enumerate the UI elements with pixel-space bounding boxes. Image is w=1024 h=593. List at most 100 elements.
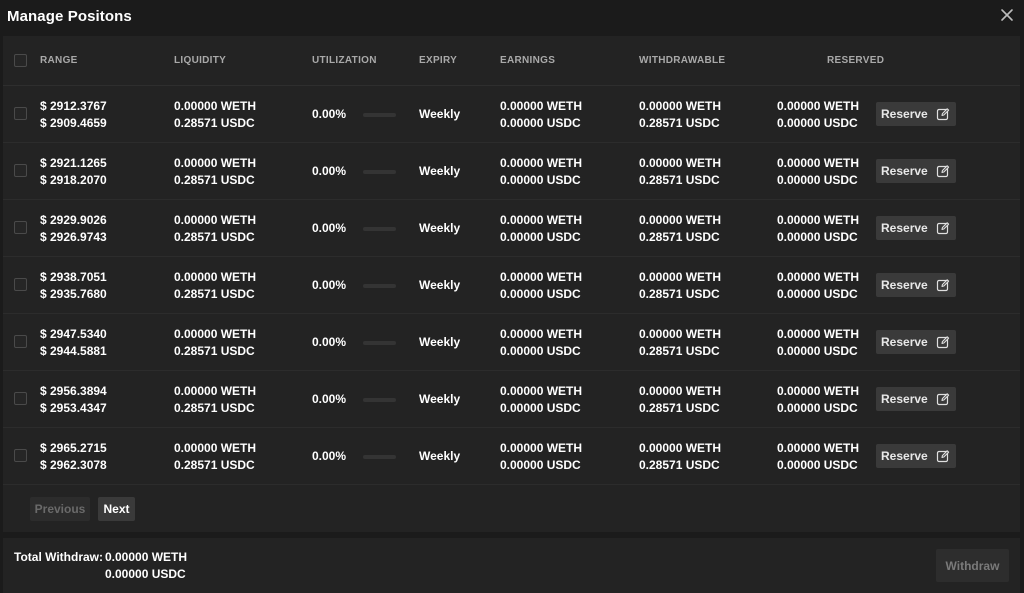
previous-button[interactable]: Previous — [30, 497, 90, 521]
table-header: RANGE LIQUIDITY UTILIZATION EXPIRY EARNI… — [3, 36, 1020, 86]
reserve-button[interactable]: Reserve — [876, 273, 956, 297]
utilization-value: 0.00% — [312, 221, 347, 235]
utilization-bar — [363, 455, 396, 459]
row-checkbox[interactable] — [14, 221, 27, 234]
utilization-bar — [363, 398, 396, 402]
range-cell: $ 2912.3767 $ 2909.4659 — [40, 98, 107, 132]
expiry-value: Weekly — [419, 164, 461, 178]
expiry-value: Weekly — [419, 335, 461, 349]
utilization-value: 0.00% — [312, 392, 347, 406]
range-cell: $ 2929.9026 $ 2926.9743 — [40, 212, 107, 246]
reserved-weth: 0.00000 WETH — [777, 270, 860, 284]
total-withdraw-label: Total Withdraw: — [14, 550, 103, 564]
withdrawable-cell: 0.00000 WETH 0.28571 USDC — [639, 440, 721, 474]
reserved-weth: 0.00000 WETH — [777, 156, 860, 170]
reserved-cell: 0.00000 WETH 0.00000 USDC — [777, 155, 859, 189]
header-utilization: UTILIZATION — [312, 55, 377, 66]
withdrawable-cell: 0.00000 WETH 0.28571 USDC — [639, 269, 721, 303]
earnings-weth: 0.00000 WETH — [500, 270, 583, 284]
withdraw-label: Withdraw — [945, 559, 1000, 573]
liquidity-usdc: 0.28571 USDC — [174, 173, 255, 187]
table-row: $ 2965.2715 $ 2962.3078 0.00000 WETH 0.2857… — [3, 428, 1020, 485]
reserved-usdc: 0.00000 USDC — [777, 401, 858, 415]
liquidity-cell: 0.00000 WETH 0.28571 USDC — [174, 98, 256, 132]
earnings-usdc: 0.00000 USDC — [500, 116, 581, 130]
table-row: $ 2938.7051 $ 2935.7680 0.00000 WETH 0.2857… — [3, 257, 1020, 314]
next-label: Next — [103, 502, 130, 516]
reserved-cell: 0.00000 WETH 0.00000 USDC — [777, 383, 859, 417]
liquidity-weth: 0.00000 WETH — [174, 384, 257, 398]
liquidity-cell: 0.00000 WETH 0.28571 USDC — [174, 383, 256, 417]
header-liquidity: LIQUIDITY — [174, 55, 227, 66]
reserve-button[interactable]: Reserve — [876, 216, 956, 240]
liquidity-weth: 0.00000 WETH — [174, 270, 257, 284]
earnings-weth: 0.00000 WETH — [500, 327, 583, 341]
edit-icon — [936, 335, 950, 349]
reserve-label: Reserve — [881, 221, 928, 235]
withdrawable-cell: 0.00000 WETH 0.28571 USDC — [639, 326, 721, 360]
reserve-label: Reserve — [881, 335, 928, 349]
reserved-weth: 0.00000 WETH — [777, 441, 860, 455]
range-upper: $ 2921.1265 — [40, 156, 107, 170]
reserved-usdc: 0.00000 USDC — [777, 173, 858, 187]
earnings-usdc: 0.00000 USDC — [500, 344, 581, 358]
reserve-label: Reserve — [881, 392, 928, 406]
table-row: $ 2947.5340 $ 2944.5881 0.00000 WETH 0.2857… — [3, 314, 1020, 371]
reserve-label: Reserve — [881, 278, 928, 292]
reserved-cell: 0.00000 WETH 0.00000 USDC — [777, 326, 859, 360]
range-cell: $ 2965.2715 $ 2962.3078 — [40, 440, 107, 474]
reserve-button[interactable]: Reserve — [876, 444, 956, 468]
table-row: $ 2929.9026 $ 2926.9743 0.00000 WETH 0.2857… — [3, 200, 1020, 257]
earnings-usdc: 0.00000 USDC — [500, 401, 581, 415]
withdrawable-usdc: 0.28571 USDC — [639, 401, 720, 415]
earnings-weth: 0.00000 WETH — [500, 156, 583, 170]
reserve-button[interactable]: Reserve — [876, 387, 956, 411]
range-cell: $ 2947.5340 $ 2944.5881 — [40, 326, 107, 360]
close-icon[interactable] — [998, 6, 1016, 24]
row-checkbox[interactable] — [14, 278, 27, 291]
liquidity-weth: 0.00000 WETH — [174, 327, 257, 341]
table-row: $ 2912.3767 $ 2909.4659 0.00000 WETH 0.2857… — [3, 86, 1020, 143]
withdraw-button[interactable]: Withdraw — [936, 549, 1009, 582]
liquidity-cell: 0.00000 WETH 0.28571 USDC — [174, 269, 256, 303]
reserve-button[interactable]: Reserve — [876, 102, 956, 126]
earnings-cell: 0.00000 WETH 0.00000 USDC — [500, 212, 582, 246]
reserved-usdc: 0.00000 USDC — [777, 344, 858, 358]
utilization-value: 0.00% — [312, 449, 347, 463]
reserve-label: Reserve — [881, 449, 928, 463]
utilization-bar — [363, 284, 396, 288]
total-withdraw-usdc: 0.00000 USDC — [105, 567, 186, 581]
row-checkbox[interactable] — [14, 107, 27, 120]
edit-icon — [936, 221, 950, 235]
withdrawable-weth: 0.00000 WETH — [639, 441, 722, 455]
withdrawable-cell: 0.00000 WETH 0.28571 USDC — [639, 212, 721, 246]
withdrawable-weth: 0.00000 WETH — [639, 384, 722, 398]
utilization-bar — [363, 170, 396, 174]
earnings-cell: 0.00000 WETH 0.00000 USDC — [500, 383, 582, 417]
reserved-cell: 0.00000 WETH 0.00000 USDC — [777, 98, 859, 132]
range-lower: $ 2918.2070 — [40, 173, 107, 187]
row-checkbox[interactable] — [14, 164, 27, 177]
next-button[interactable]: Next — [98, 497, 135, 521]
edit-icon — [936, 164, 950, 178]
total-withdraw-weth: 0.00000 WETH — [105, 550, 188, 564]
withdrawable-usdc: 0.28571 USDC — [639, 287, 720, 301]
utilization-value: 0.00% — [312, 335, 347, 349]
withdrawable-usdc: 0.28571 USDC — [639, 116, 720, 130]
earnings-cell: 0.00000 WETH 0.00000 USDC — [500, 155, 582, 189]
reserved-cell: 0.00000 WETH 0.00000 USDC — [777, 212, 859, 246]
reserved-weth: 0.00000 WETH — [777, 384, 860, 398]
edit-icon — [936, 107, 950, 121]
earnings-weth: 0.00000 WETH — [500, 99, 583, 113]
liquidity-usdc: 0.28571 USDC — [174, 401, 255, 415]
reserve-button[interactable]: Reserve — [876, 159, 956, 183]
expiry-value: Weekly — [419, 278, 461, 292]
row-checkbox[interactable] — [14, 392, 27, 405]
row-checkbox[interactable] — [14, 335, 27, 348]
liquidity-weth: 0.00000 WETH — [174, 156, 257, 170]
row-checkbox[interactable] — [14, 449, 27, 462]
header-reserved: RESERVED — [827, 55, 885, 66]
table-row: $ 2956.3894 $ 2953.4347 0.00000 WETH 0.2857… — [3, 371, 1020, 428]
reserve-button[interactable]: Reserve — [876, 330, 956, 354]
select-all-checkbox[interactable] — [14, 54, 27, 67]
